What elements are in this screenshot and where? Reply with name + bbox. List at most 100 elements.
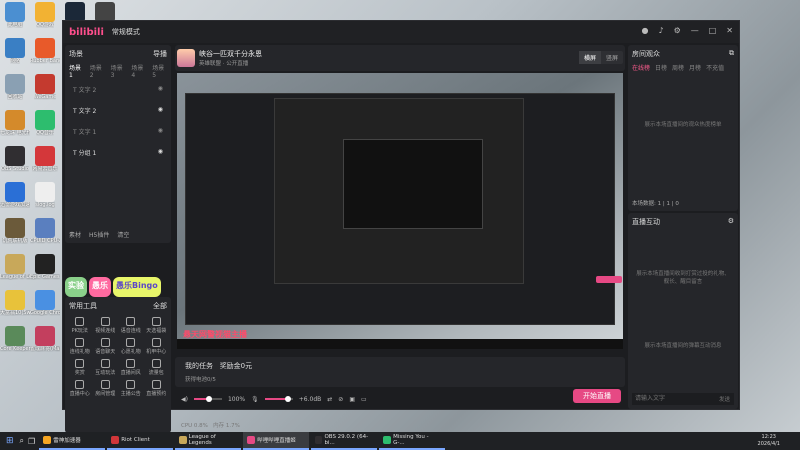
audience-tab[interactable]: 日榜 xyxy=(655,63,667,72)
tool-item[interactable]: 主播公告 xyxy=(119,380,143,397)
taskbar-app[interactable]: Riot Client xyxy=(107,432,174,450)
tool-item[interactable]: 房间管理 xyxy=(94,380,118,397)
desktop-shortcut[interactable]: 雀魂麻将(Mahjong...) xyxy=(30,324,60,358)
desktop-shortcut[interactable]: QQ音乐 xyxy=(30,108,60,142)
desktop-shortcut[interactable]: Core Keeper 激活... xyxy=(0,324,30,358)
switch-icon[interactable]: ⇄ xyxy=(327,396,332,403)
bell-icon[interactable]: ♪ xyxy=(658,26,663,35)
close-icon[interactable]: ✕ xyxy=(726,26,733,35)
guide-button[interactable]: 导播 xyxy=(153,49,167,59)
taskbar-app[interactable]: League of Legends xyxy=(175,432,242,450)
landscape-tab[interactable]: 横屏 xyxy=(578,51,601,64)
speaker-icon[interactable]: ◀) xyxy=(181,396,188,403)
desktop-shortcut[interactable]: 此电脑 xyxy=(0,0,30,34)
settings-icon[interactable]: ⚙ xyxy=(674,26,681,35)
tool-icon xyxy=(126,359,136,368)
shortcut-label: Google Chrome xyxy=(30,310,60,316)
desktop-shortcut[interactable]: QQ游戏 xyxy=(30,0,60,34)
mode-select[interactable]: 常规模式 xyxy=(112,27,140,37)
tool-item[interactable]: 直播间风 xyxy=(119,359,143,376)
task-view-icon[interactable]: ❐ xyxy=(28,437,35,446)
taskbar-app[interactable]: Missing You - G-... xyxy=(379,432,446,450)
scene-footer-button[interactable]: 素材 xyxy=(69,230,81,239)
tool-item[interactable]: 直播预约 xyxy=(145,380,169,397)
desktop-shortcut[interactable]: 迅雷游戏加速器 xyxy=(0,180,30,214)
desktop-shortcut[interactable]: 饥荒联机版 xyxy=(0,216,30,250)
banner-chip[interactable]: 实验 xyxy=(65,277,87,297)
tool-item[interactable]: 心愿礼物 xyxy=(119,338,143,355)
tool-item[interactable]: 奖赏 xyxy=(68,359,92,376)
eye-icon[interactable]: ◉ xyxy=(158,85,163,94)
windows-icon[interactable]: ⊞ xyxy=(6,436,14,446)
desktop-shortcut[interactable]: 七龙珠 电光作裂！ZERO xyxy=(0,108,30,142)
tool-item[interactable]: 语音聊天 xyxy=(94,338,118,355)
taskbar-app[interactable]: OBS 29.0.2 (64-bi... xyxy=(311,432,378,450)
desktop-shortcut[interactable]: 网易云音乐 xyxy=(30,144,60,178)
avatar-icon[interactable]: ● xyxy=(641,26,648,35)
tool-item[interactable]: 互动玩法 xyxy=(94,359,118,376)
stream-cover[interactable] xyxy=(177,49,195,67)
start-live-button[interactable]: 开始直播 xyxy=(573,389,621,403)
tool-item[interactable]: 流量包 xyxy=(145,359,169,376)
source-item[interactable]: T 文字 2 ◉ xyxy=(65,79,171,100)
expand-icon[interactable]: ⧉ xyxy=(729,49,734,59)
eye-icon[interactable]: ◉ xyxy=(158,106,163,115)
eye-icon[interactable]: ◉ xyxy=(158,148,163,157)
scene-tab[interactable]: 场景1 xyxy=(69,63,84,79)
source-item[interactable]: T 文字 1 ◉ xyxy=(65,121,171,142)
audience-tab[interactable]: 月榜 xyxy=(689,63,701,72)
settings-icon[interactable]: ⚙ xyxy=(728,217,734,227)
audience-tab[interactable]: 周榜 xyxy=(672,63,684,72)
mic-icon[interactable]: 🎙 xyxy=(251,396,259,403)
banner-chip[interactable]: 愚乐Bingo xyxy=(113,277,161,297)
scene-tab[interactable]: 场景3 xyxy=(111,63,126,79)
desktop-shortcut[interactable]: 大富翁10(Switch...) xyxy=(0,288,30,322)
tool-item[interactable]: 机甲中心 xyxy=(145,338,169,355)
audience-tab[interactable]: 在线榜 xyxy=(632,63,650,72)
camera-icon[interactable]: ▭ xyxy=(361,396,367,403)
category-label[interactable]: 英雄联盟 xyxy=(199,61,221,67)
desktop-shortcut[interactable]: slog.log xyxy=(30,180,60,214)
maximize-icon[interactable]: □ xyxy=(709,26,717,35)
desktop-shortcut[interactable]: WeGame xyxy=(30,72,60,106)
eye-icon[interactable]: ◉ xyxy=(158,127,163,136)
tool-item[interactable]: PK玩法 xyxy=(68,317,92,334)
app-icon xyxy=(5,146,25,166)
scene-tab[interactable]: 场景5 xyxy=(152,63,167,79)
scene-tab[interactable]: 场景2 xyxy=(90,63,105,79)
taskbar-app[interactable]: 哔哩哔哩直播姬 xyxy=(243,432,310,450)
tool-item[interactable]: 天选福袋 xyxy=(145,317,169,334)
source-item[interactable]: T 分组 1 ◉ xyxy=(65,142,171,163)
stream-preview[interactable]: 悬天网警视猫主播 xyxy=(177,73,623,349)
audience-tab[interactable]: 不充值 xyxy=(706,63,724,72)
desktop-shortcut[interactable]: League of Legends xyxy=(0,252,30,286)
desktop-shortcut[interactable]: Epic Games Launcher xyxy=(30,252,60,286)
scene-footer-button[interactable]: 清空 xyxy=(117,230,129,239)
mute-icon[interactable]: ⊘ xyxy=(338,396,343,403)
desktop-shortcut[interactable]: CPUID CPU-Z xyxy=(30,216,60,250)
send-button[interactable]: 发送 xyxy=(719,395,730,403)
portrait-tab[interactable]: 竖屏 xyxy=(601,51,623,64)
tool-item[interactable]: 连线礼物 xyxy=(68,338,92,355)
taskbar-app[interactable]: 雷神加速器 xyxy=(39,432,106,450)
desktop-shortcut[interactable]: Google Chrome xyxy=(30,288,60,322)
tool-item[interactable]: 语音连线 xyxy=(119,317,143,334)
tool-item[interactable]: 直播中心 xyxy=(68,380,92,397)
banner-chip[interactable]: 愚乐 xyxy=(89,277,111,297)
minimize-icon[interactable]: — xyxy=(691,26,699,35)
event-banner[interactable]: 实验 愚乐 愚乐Bingo xyxy=(65,277,179,297)
stream-title[interactable]: 峡谷一匹双千分永恩 xyxy=(199,49,262,59)
desktop-shortcut[interactable]: 网络 xyxy=(0,36,30,70)
scene-tab[interactable]: 场景4 xyxy=(131,63,146,79)
desktop-shortcut[interactable]: OBS Studio xyxy=(0,144,30,178)
tool-item[interactable]: 视频连线 xyxy=(94,317,118,334)
desktop-shortcut[interactable]: Rubber Bandits xyxy=(30,36,60,70)
tools-all-link[interactable]: 全部 xyxy=(153,301,167,311)
search-icon[interactable]: ⌕ xyxy=(20,436,24,446)
volume-slider[interactable] xyxy=(193,396,222,402)
source-item[interactable]: T 文字 2 ◉ xyxy=(65,100,171,121)
mic-slider[interactable] xyxy=(264,396,293,402)
crop-icon[interactable]: ▣ xyxy=(349,396,355,403)
desktop-shortcut[interactable]: 回收站 xyxy=(0,72,30,106)
scene-footer-button[interactable]: H5插件 xyxy=(89,230,109,239)
